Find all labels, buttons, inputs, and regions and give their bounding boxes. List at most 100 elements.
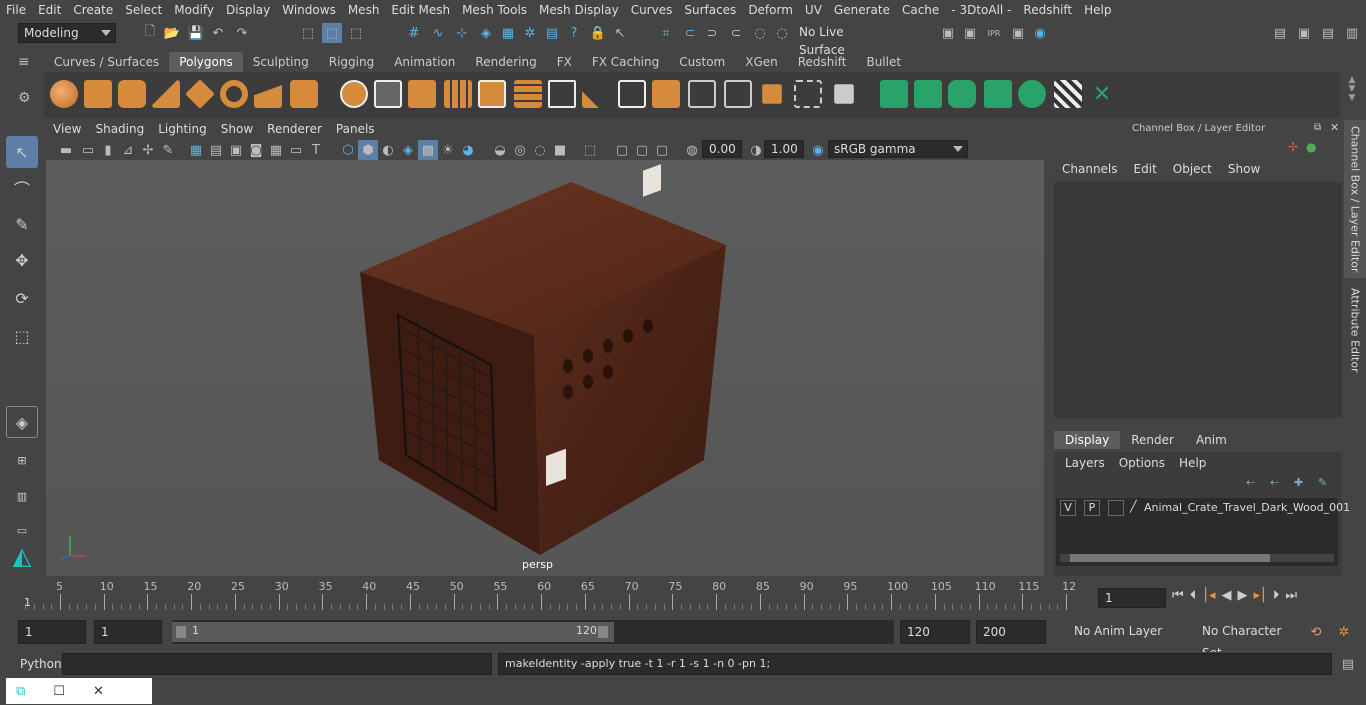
anim-prefs-icon[interactable]: ✲	[1334, 622, 1354, 642]
command-input[interactable]	[62, 653, 492, 675]
menu-cache[interactable]: Cache	[896, 3, 945, 17]
menu-curves[interactable]: Curves	[625, 3, 679, 17]
uv-editor-icon[interactable]	[724, 80, 752, 108]
quad-draw-icon[interactable]	[880, 80, 908, 108]
shelf-tab-sculpting[interactable]: Sculpting	[243, 52, 319, 72]
menu-3dtoall[interactable]: - 3DtoAll -	[945, 3, 1017, 17]
menu-file[interactable]: File	[0, 3, 32, 17]
layer-tab-display[interactable]: Display	[1054, 431, 1121, 449]
wireframe-on-shaded-icon[interactable]: ◐	[378, 140, 398, 160]
step-forward-key-icon[interactable]: ⏵	[1273, 588, 1280, 603]
help-query-icon[interactable]: ?	[564, 23, 584, 43]
bevel-icon[interactable]	[514, 80, 542, 108]
menu-mesh-display[interactable]: Mesh Display	[533, 3, 625, 17]
shelf-tab-xgen[interactable]: XGen	[735, 52, 788, 72]
exposure-icon[interactable]: ◍	[682, 140, 702, 160]
menu-edit-mesh[interactable]: Edit Mesh	[385, 3, 456, 17]
wireframe-icon[interactable]: ⬡	[338, 140, 358, 160]
shelf-tab-curves-surfaces[interactable]: Curves / Surfaces	[44, 52, 169, 72]
menu-surfaces[interactable]: Surfaces	[678, 3, 742, 17]
shelf-tab-custom[interactable]: Custom	[669, 52, 735, 72]
layer-visibility-toggle[interactable]: V	[1060, 500, 1076, 516]
smooth-icon[interactable]	[444, 80, 472, 108]
menu-help[interactable]: Help	[1078, 3, 1117, 17]
shelf-settings-icon[interactable]: ⚙	[18, 90, 38, 110]
layer-menu-options[interactable]: Options	[1112, 456, 1172, 470]
snap-point-icon[interactable]: ⊹	[452, 23, 472, 43]
go-to-end-icon[interactable]: ⏭	[1285, 588, 1297, 603]
anim-layer-dropdown[interactable]: No Anim Layer	[1052, 620, 1176, 644]
soft-select-icon[interactable]: ◌	[750, 23, 770, 43]
depth-of-field-icon[interactable]: ■	[550, 140, 570, 160]
gamma-field[interactable]: 1.00	[764, 140, 804, 158]
shelf-menu-icon[interactable]: ≡	[18, 55, 38, 70]
channel-box-toggle-icon[interactable]: ▥	[1342, 23, 1362, 43]
panel-menu-show[interactable]: Show	[214, 122, 260, 140]
channel-menu-edit[interactable]: Edit	[1126, 162, 1165, 176]
exposure-field[interactable]: 0.00	[702, 140, 742, 158]
layer-hscrollbar[interactable]	[1060, 554, 1334, 562]
bookmark-icon[interactable]: ▮	[98, 140, 118, 160]
shelf-tab-animation[interactable]: Animation	[384, 52, 465, 72]
render-settings-icon[interactable]: ▣	[938, 23, 958, 43]
smooth-shade-icon[interactable]: ⬢	[358, 140, 378, 160]
xray-icon[interactable]: ▢	[612, 140, 632, 160]
channel-menu-show[interactable]: Show	[1220, 162, 1268, 176]
snap-surface-icon[interactable]: ▦	[498, 23, 518, 43]
auto-key-icon[interactable]: ⟲	[1306, 622, 1326, 642]
panel-menu-view[interactable]: View	[46, 122, 88, 140]
shadows-icon[interactable]: ◕	[458, 140, 478, 160]
safe-title-icon[interactable]: T	[306, 140, 326, 160]
modeling-toolkit-icon[interactable]: ▣	[1294, 23, 1314, 43]
unfold-icon[interactable]	[834, 84, 854, 104]
poly-cylinder-icon[interactable]	[118, 80, 146, 108]
gamma-icon[interactable]: ◑	[746, 140, 766, 160]
step-back-key-icon[interactable]: ⏴	[1190, 588, 1197, 603]
menu-mesh-tools[interactable]: Mesh Tools	[456, 3, 533, 17]
close-panel-icon[interactable]: ✕	[1330, 121, 1339, 134]
layer-menu-layers[interactable]: Layers	[1058, 456, 1112, 470]
shelf-tab-redshift[interactable]: Redshift	[788, 52, 857, 72]
ipr-icon[interactable]: IPR	[984, 23, 1004, 43]
combine-icon[interactable]	[340, 80, 368, 108]
symmetry-icon[interactable]: ⊂	[726, 23, 746, 43]
menu-uv[interactable]: UV	[799, 3, 828, 17]
time-slider[interactable]: 5 10 15 20 25 30 35 40 45 50 55 60 65 70 75 80 85 90 95 100…	[18, 580, 1092, 612]
target-weld-icon[interactable]	[618, 80, 646, 108]
camera-select-icon[interactable]: ▬	[56, 140, 76, 160]
end-frame-field[interactable]: 200	[976, 620, 1046, 644]
select-component-icon[interactable]: ⬚	[346, 23, 366, 43]
history-icon[interactable]: ▤	[542, 23, 562, 43]
auto-map-icon[interactable]	[794, 80, 822, 108]
menu-redshift[interactable]: Redshift	[1017, 3, 1078, 17]
separate-icon[interactable]	[374, 80, 402, 108]
snap-grid-icon[interactable]: #	[404, 23, 424, 43]
current-frame-field[interactable]: 1	[1098, 588, 1166, 608]
anti-alias-icon[interactable]: ◌	[530, 140, 550, 160]
reflection-icon[interactable]: ◌	[772, 23, 792, 43]
screen-space-ao-icon[interactable]: ◒	[490, 140, 510, 160]
mirror-icon[interactable]	[408, 80, 436, 108]
panel-menu-renderer[interactable]: Renderer	[260, 122, 329, 140]
retopology-icon[interactable]: ✕	[1088, 80, 1116, 108]
2d-pan-icon[interactable]: ✢	[138, 140, 158, 160]
menu-mesh[interactable]: Mesh	[342, 3, 386, 17]
playback-end-field[interactable]: 120	[900, 620, 970, 644]
layer-up-icon[interactable]: ⇠	[1246, 476, 1255, 489]
undo-icon[interactable]: ↶	[208, 23, 228, 43]
live-surface-field[interactable]: No Live Surface	[794, 23, 892, 57]
poly-cube-icon[interactable]	[84, 80, 112, 108]
menu-display[interactable]: Display	[220, 3, 276, 17]
float-panel-icon[interactable]: ⧉	[1314, 122, 1321, 133]
scale-tool-icon[interactable]: ⬚	[6, 320, 38, 352]
menu-create[interactable]: Create	[67, 3, 119, 17]
side-tab-channel-box[interactable]: Channel Box / Layer Editor	[1344, 120, 1366, 278]
select-tool-icon[interactable]: ↖	[6, 136, 38, 168]
film-gate-icon[interactable]: ▤	[206, 140, 226, 160]
slide-edge-icon[interactable]	[984, 80, 1012, 108]
resolution-gate-icon[interactable]: ▣	[226, 140, 246, 160]
layer-playback-toggle[interactable]: P	[1084, 500, 1100, 516]
textured-icon[interactable]: ▩	[418, 140, 438, 160]
poly-pipe-icon[interactable]	[290, 80, 318, 108]
select-hierarchy-icon[interactable]: ⬚	[298, 23, 318, 43]
